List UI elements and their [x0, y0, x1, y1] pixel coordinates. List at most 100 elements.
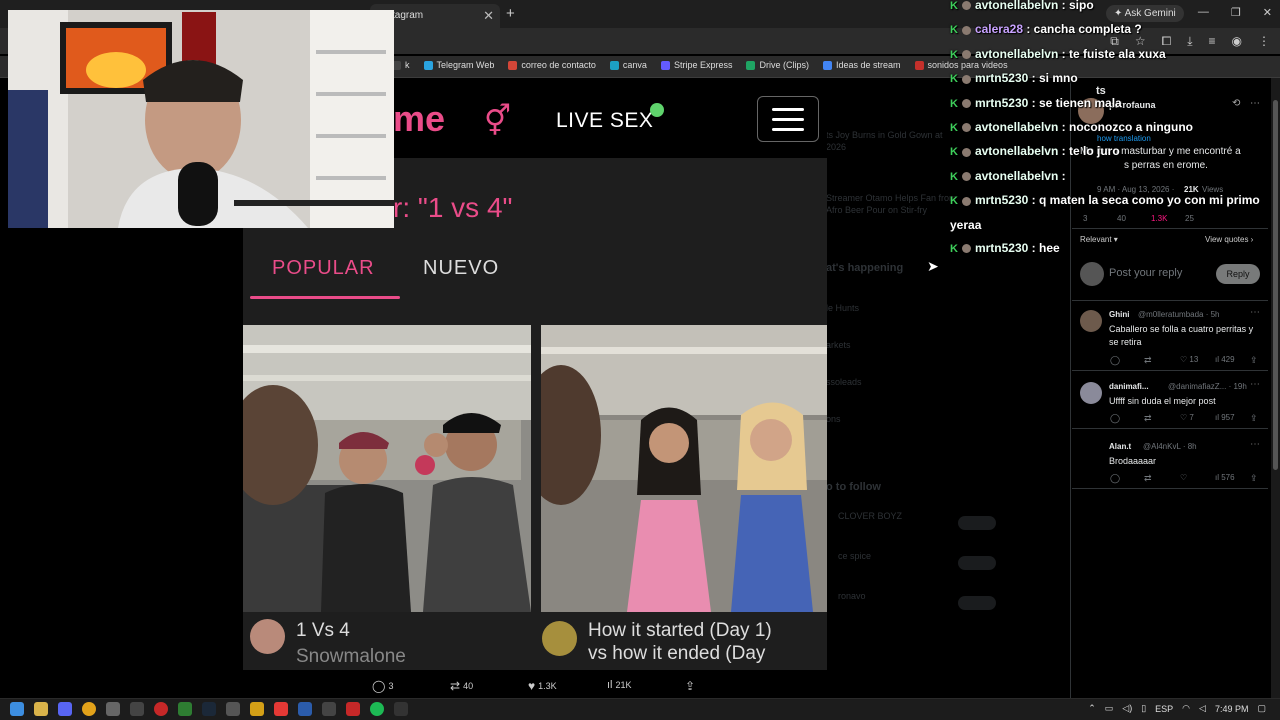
close-tab-icon[interactable]: ✕: [483, 8, 494, 24]
reply-like-count[interactable]: ♡: [1180, 471, 1187, 485]
app-icon[interactable]: [226, 702, 240, 716]
reply-input[interactable]: Post your reply: [1109, 266, 1182, 280]
language-indicator[interactable]: ESP: [1155, 704, 1173, 714]
file-explorer-icon[interactable]: [34, 702, 48, 716]
app-icon[interactable]: [178, 702, 192, 716]
author-avatar[interactable]: [542, 621, 577, 656]
follow-button[interactable]: [958, 556, 996, 570]
chat-text: te lo juro: [1069, 144, 1120, 159]
app-icon[interactable]: [274, 702, 288, 716]
app-icon[interactable]: [394, 702, 408, 716]
reply-like-count[interactable]: ♡ 13: [1180, 353, 1198, 367]
battery-icon[interactable]: ▯: [1141, 703, 1146, 714]
volume-icon[interactable]: ◁): [1122, 703, 1132, 714]
chat-username[interactable]: avtonellabelvn: [975, 120, 1058, 134]
spotify-icon[interactable]: [370, 702, 384, 716]
erome-logo[interactable]: me: [393, 98, 445, 140]
app-icon[interactable]: [250, 702, 264, 716]
comment-icon[interactable]: ◯: [1110, 353, 1120, 367]
chevron-up-icon[interactable]: ⌃: [1088, 703, 1096, 714]
like-action[interactable]: ♥ 1.3K: [528, 679, 557, 693]
bookmark-item[interactable]: canva: [609, 60, 647, 70]
bookmark-item[interactable]: Drive (Clips): [746, 60, 809, 70]
start-icon[interactable]: [10, 702, 24, 716]
discord-icon[interactable]: [58, 702, 72, 716]
reply-author-name[interactable]: Ghini: [1109, 308, 1129, 322]
clock[interactable]: 7:49 PM: [1215, 704, 1249, 714]
notifications-icon[interactable]: ▢: [1257, 703, 1266, 714]
more-icon[interactable]: ⋯: [1250, 378, 1260, 392]
reply-action[interactable]: ◯ 3: [372, 679, 393, 693]
speaker-icon[interactable]: ◁: [1199, 703, 1206, 714]
menu-hamburger-icon[interactable]: [757, 96, 819, 142]
chat-username[interactable]: avtonellabelvn: [975, 47, 1058, 61]
video-thumbnail[interactable]: [541, 325, 827, 612]
card-title[interactable]: How it started (Day 1): [588, 619, 772, 642]
tab-nuevo[interactable]: NUEVO: [423, 257, 499, 280]
tab-popular[interactable]: POPULAR: [272, 257, 375, 280]
app-icon[interactable]: [106, 702, 120, 716]
bookmark-item[interactable]: correo de contacto: [508, 60, 596, 70]
author-avatar[interactable]: [250, 619, 285, 654]
app-icon[interactable]: [130, 702, 144, 716]
card-title[interactable]: 1 Vs 4: [296, 619, 350, 642]
reply-views-count[interactable]: ıl 957: [1215, 411, 1235, 425]
chat-username[interactable]: avtonellabelvn: [975, 0, 1058, 12]
video-thumbnail[interactable]: [243, 325, 531, 612]
obs-icon[interactable]: [154, 702, 168, 716]
reply-handle[interactable]: @m0lleratumbada · 5h: [1138, 308, 1220, 322]
chat-username[interactable]: avtonellabelvn: [975, 144, 1058, 158]
follow-button[interactable]: [958, 596, 996, 610]
share-action[interactable]: ⇪: [685, 679, 695, 693]
chat-username[interactable]: mrtn5230: [975, 96, 1028, 110]
retweet-icon[interactable]: ⇄: [1144, 471, 1152, 485]
bookmark-item[interactable]: Telegram Web: [423, 60, 494, 70]
share-icon[interactable]: ⇪: [1250, 471, 1258, 485]
app-icon[interactable]: [346, 702, 360, 716]
comment-icon[interactable]: ◯: [1110, 471, 1120, 485]
taskbar-apps: [10, 702, 408, 716]
reply-like-count[interactable]: ♡ 7: [1180, 411, 1194, 425]
reply-views-count[interactable]: ıl 576: [1215, 471, 1235, 485]
comment-icon[interactable]: ◯: [1110, 411, 1120, 425]
bookmark-item[interactable]: Ideas de stream: [822, 60, 901, 70]
chat-username[interactable]: mrtn5230: [975, 241, 1028, 255]
retweet-icon[interactable]: ⇄: [1144, 411, 1152, 425]
more-icon[interactable]: ⋯: [1250, 438, 1260, 452]
reply-text-line2: se retira: [1109, 337, 1142, 347]
share-icon[interactable]: ⇪: [1250, 411, 1258, 425]
reply-author-name[interactable]: danimafi...: [1109, 380, 1149, 394]
views-action[interactable]: ıl 21K: [607, 679, 632, 691]
retweet-action[interactable]: ⇄ 40: [450, 679, 473, 693]
more-icon[interactable]: ⋯: [1250, 306, 1260, 320]
steam-icon[interactable]: [202, 702, 216, 716]
bookmark-item[interactable]: Stripe Express: [660, 60, 732, 70]
reply-handle[interactable]: @danimafiazZ... · 19h: [1168, 380, 1247, 394]
app-icon[interactable]: [322, 702, 336, 716]
bookmark-favicon-icon: [660, 60, 670, 70]
reply-avatar[interactable]: [1080, 442, 1102, 464]
chrome-icon[interactable]: [82, 702, 96, 716]
bookmark-item[interactable]: k: [392, 60, 410, 70]
chat-username[interactable]: mrtn5230: [975, 71, 1028, 85]
new-tab-icon[interactable]: +: [506, 5, 515, 22]
reply-avatar[interactable]: [1080, 310, 1102, 332]
photoshop-icon[interactable]: [298, 702, 312, 716]
reply-avatar[interactable]: [1080, 382, 1102, 404]
chat-username[interactable]: calera28: [975, 22, 1023, 36]
chat-username[interactable]: avtonellabelvn: [975, 169, 1058, 183]
network-icon[interactable]: ▭: [1105, 703, 1114, 714]
reply-views-count[interactable]: ıl 429: [1215, 353, 1235, 367]
retweet-icon[interactable]: ⇄: [1144, 353, 1152, 367]
reply-handle[interactable]: @Al4nKvL · 8h: [1143, 440, 1197, 454]
gender-icon[interactable]: ⚥: [484, 104, 511, 139]
wifi-icon[interactable]: ◠: [1182, 703, 1190, 714]
chat-username[interactable]: mrtn5230: [975, 193, 1028, 207]
live-sex-link[interactable]: LIVE SEX: [556, 109, 653, 133]
card-author[interactable]: Snowmalone: [296, 646, 406, 668]
reply-button[interactable]: Reply: [1216, 264, 1260, 284]
follow-button[interactable]: [958, 516, 996, 530]
card-title-line2[interactable]: vs how it ended (Day: [588, 642, 765, 665]
reply-author-name[interactable]: Alan.t: [1109, 440, 1131, 454]
share-icon[interactable]: ⇪: [1250, 353, 1258, 367]
